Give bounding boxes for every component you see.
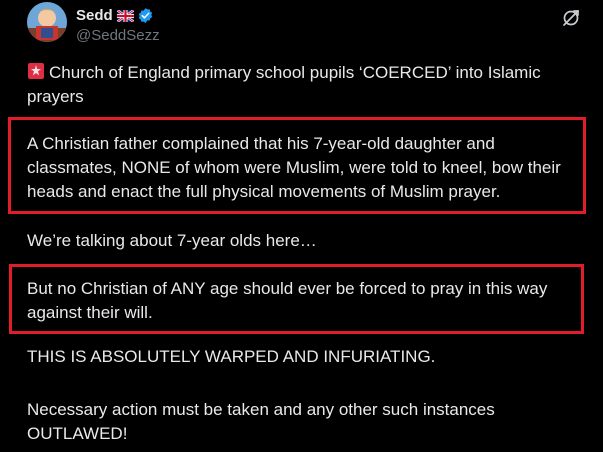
tweet-paragraph-headline: Church of England primary school pupils … <box>27 61 587 109</box>
siren-emoji-icon <box>27 62 45 80</box>
verified-badge-icon <box>137 7 154 24</box>
display-name-row: Sedd <box>76 5 160 25</box>
avatar[interactable] <box>27 2 67 42</box>
tweet-header: Sedd @SeddSezz <box>27 2 597 46</box>
author-names: Sedd @SeddSezz <box>76 5 160 45</box>
tweet: Sedd @SeddSezz Church of England primary… <box>0 0 603 452</box>
tweet-paragraph-6: Necessary action must be taken and any o… <box>27 400 495 443</box>
uk-flag-icon <box>115 9 135 23</box>
grok-icon[interactable] <box>561 8 581 28</box>
author-handle[interactable]: @SeddSezz <box>76 27 160 44</box>
display-name[interactable]: Sedd <box>76 7 113 24</box>
headline-text: Church of England primary school pupils … <box>27 63 541 106</box>
tweet-paragraph-3: We’re talking about 7-year olds here… <box>27 231 317 250</box>
highlight-box-1 <box>8 117 586 214</box>
tweet-paragraph-5: THIS IS ABSOLUTELY WARPED AND INFURIATIN… <box>27 347 436 366</box>
highlight-box-2 <box>9 264 584 334</box>
